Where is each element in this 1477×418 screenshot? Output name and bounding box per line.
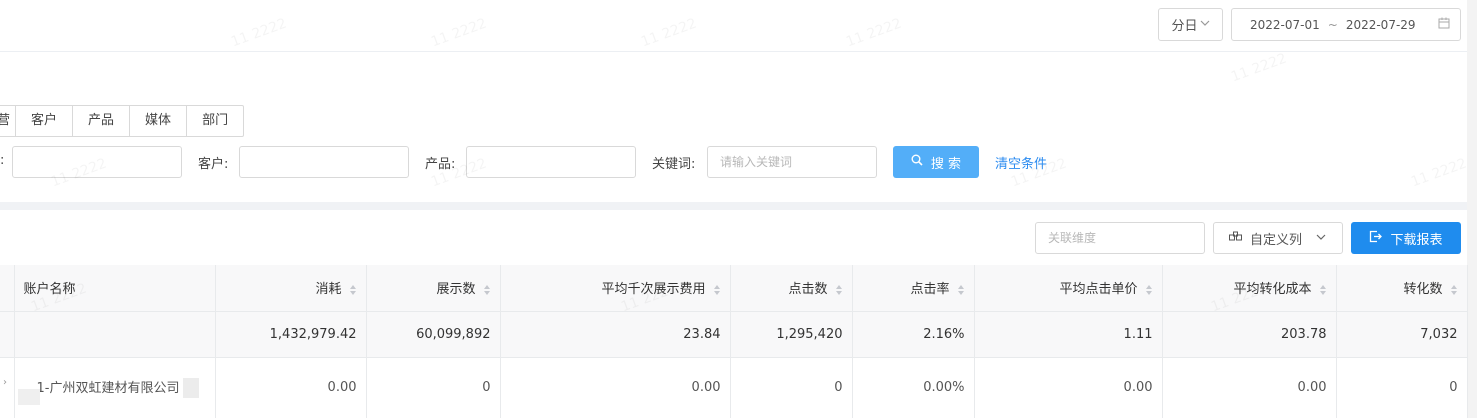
table-cell <box>14 311 216 358</box>
sort-icon[interactable] <box>1145 284 1153 295</box>
dimension-tabs: 营 客户 产品 媒体 部门 <box>0 105 245 137</box>
redacted-mark <box>183 378 200 399</box>
column-header[interactable]: 展示数 <box>366 265 501 312</box>
table-cell: 0 <box>1336 357 1468 418</box>
keyword-label: 关键词: <box>652 157 696 172</box>
sort-icon[interactable] <box>349 284 357 295</box>
report-panel: 自定义列 下载报表 账户名称 消耗 展示数 平均千次展示费用 点击数 点击率 平 <box>0 210 1468 418</box>
table-cell: 1,295,420 <box>730 311 853 358</box>
column-header[interactable]: 消耗 <box>215 265 367 312</box>
table-cell: 7,032 <box>1336 311 1468 358</box>
search-button[interactable]: 搜 索 <box>893 146 979 178</box>
table-cell: 1.11 <box>974 311 1163 358</box>
sort-icon[interactable] <box>835 284 843 295</box>
table-row[interactable]: 1-广州双虹建材有限公司 0.00 0 0.00 0 0.00% 0.00 0.… <box>0 357 1468 418</box>
granularity-select[interactable]: 分日 <box>1158 8 1223 41</box>
relate-dimension-input[interactable] <box>1035 222 1205 254</box>
date-range-picker[interactable]: 2022-07-01 ~2022-07-29 <box>1231 8 1461 41</box>
search-button-label: 搜 索 <box>930 156 962 172</box>
tab-dimension-0[interactable]: 营 <box>0 106 15 136</box>
export-icon <box>1369 230 1383 247</box>
tab-product[interactable]: 产品 <box>72 106 129 136</box>
date-end: 2022-07-29 <box>1345 17 1416 32</box>
date-start: 2022-07-01 <box>1250 17 1320 32</box>
table-cell: 23.84 <box>500 311 731 358</box>
column-header[interactable]: 平均转化成本 <box>1162 265 1337 312</box>
redacted-mark <box>18 389 40 405</box>
download-report-button[interactable]: 下载报表 <box>1351 222 1461 254</box>
table-cell: 0 <box>366 357 501 418</box>
granularity-label: 分日 <box>1171 19 1198 34</box>
sort-icon[interactable] <box>483 284 491 295</box>
total-row: 1,432,979.42 60,099,892 23.84 1,295,420 … <box>0 311 1468 358</box>
tab-media[interactable]: 媒体 <box>129 106 186 136</box>
column-header-account: 账户名称 <box>14 265 216 312</box>
table-header-row: 账户名称 消耗 展示数 平均千次展示费用 点击数 点击率 平均点击单价 平均转化… <box>0 265 1468 312</box>
custom-columns-button[interactable]: 自定义列 <box>1213 222 1343 254</box>
table-cell: 1,432,979.42 <box>215 311 367 358</box>
table-cell: 2.16% <box>852 311 975 358</box>
sort-icon[interactable] <box>1450 284 1458 295</box>
column-header <box>0 265 15 312</box>
keyword-input[interactable] <box>707 146 877 178</box>
table-cell: 0.00 <box>215 357 367 418</box>
customer-input[interactable] <box>239 146 409 178</box>
table-cell: 0.00% <box>852 357 975 418</box>
header-divider <box>0 51 1467 52</box>
table-cell: 0.00 <box>974 357 1163 418</box>
sort-icon[interactable] <box>1319 284 1327 295</box>
download-report-label: 下载报表 <box>1390 232 1443 248</box>
product-label: 产品: <box>425 157 456 172</box>
sort-icon[interactable] <box>713 284 721 295</box>
column-header[interactable]: 平均点击单价 <box>974 265 1163 312</box>
scroll-gutter <box>1467 0 1477 418</box>
row-expand-icon[interactable]: › <box>3 377 7 388</box>
table-cell: 203.78 <box>1162 311 1337 358</box>
columns-icon <box>1229 231 1242 246</box>
table-cell: 0.00 <box>500 357 731 418</box>
report-table: 账户名称 消耗 展示数 平均千次展示费用 点击数 点击率 平均点击单价 平均转化… <box>0 265 1468 418</box>
chevron-down-icon <box>1316 231 1326 246</box>
tab-department[interactable]: 部门 <box>186 106 243 136</box>
column-header[interactable]: 点击数 <box>730 265 853 312</box>
column-header[interactable]: 转化数 <box>1336 265 1468 312</box>
custom-columns-label: 自定义列 <box>1250 232 1303 248</box>
account-name-cell: 1-广州双虹建材有限公司 <box>14 357 216 418</box>
sort-icon[interactable] <box>957 284 965 295</box>
table-cell: 60,099,892 <box>366 311 501 358</box>
tab-customer[interactable]: 客户 <box>15 106 72 136</box>
calendar-icon <box>1438 17 1450 32</box>
customer-label: 客户: <box>198 157 229 172</box>
table-cell: 0.00 <box>1162 357 1337 418</box>
column-header[interactable]: 点击率 <box>852 265 975 312</box>
date-separator: ~ <box>1327 17 1338 32</box>
filter-panel: 分日 2022-07-01 ~2022-07-29 营 客户 产品 媒体 部门 :… <box>0 0 1477 202</box>
clear-filters-link[interactable]: 清空条件 <box>995 153 1047 172</box>
table-cell <box>0 311 15 358</box>
first-filter-input[interactable] <box>12 146 182 178</box>
chevron-down-icon <box>1200 17 1210 32</box>
column-header[interactable]: 平均千次展示费用 <box>500 265 731 312</box>
table-cell: 0 <box>730 357 853 418</box>
first-filter-label-tail: : <box>0 153 5 168</box>
product-input[interactable] <box>466 146 636 178</box>
search-icon <box>911 154 923 170</box>
